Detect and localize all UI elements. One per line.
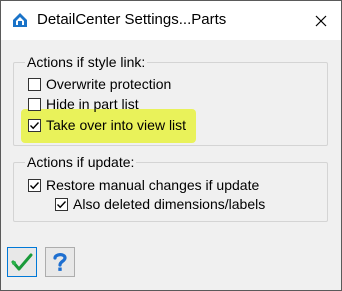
app-icon [12,12,28,28]
take-over-into-view-list-option[interactable]: Take over into view list [28,116,186,134]
green-checkmark-icon [11,253,33,271]
title-bar: DetailCenter Settings...Parts [1,1,341,40]
question-mark-icon [53,253,67,271]
close-button[interactable] [301,1,341,40]
take-over-into-view-list-checkbox[interactable] [28,118,41,132]
help-button[interactable] [45,247,75,277]
checkmark-icon [30,181,40,189]
overwrite-protection-checkbox[interactable] [28,77,41,91]
restore-manual-changes-option[interactable]: Restore manual changes if update [28,176,259,194]
update-group-legend: Actions if update: [25,154,137,170]
hide-in-part-list-checkbox[interactable] [28,97,41,111]
overwrite-protection-option[interactable]: Overwrite protection [28,75,171,93]
take-over-into-view-list-label: Take over into view list [46,117,187,133]
dialog-window: DetailCenter Settings...Parts Actions if… [0,0,342,291]
hide-in-part-list-label: Hide in part list [46,96,139,112]
style-link-group-legend: Actions if style link: [25,54,148,70]
also-deleted-dimensions-option[interactable]: Also deleted dimensions/labels [55,195,265,213]
restore-manual-changes-label: Restore manual changes if update [46,177,260,193]
also-deleted-dimensions-checkbox[interactable] [55,197,68,211]
checkmark-icon [57,200,67,208]
also-deleted-dimensions-label: Also deleted dimensions/labels [73,196,266,212]
close-icon [315,15,327,26]
overwrite-protection-label: Overwrite protection [46,76,172,92]
hide-in-part-list-option[interactable]: Hide in part list [28,95,139,113]
checkmark-icon [30,121,40,129]
window-title: DetailCenter Settings...Parts [37,11,227,28]
restore-manual-changes-checkbox[interactable] [28,178,41,192]
ok-button[interactable] [7,247,37,277]
